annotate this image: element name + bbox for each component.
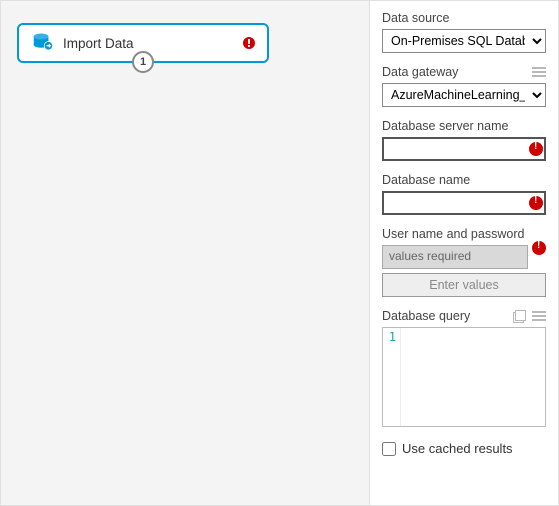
field-db-name: Database name — [382, 173, 546, 215]
module-title: Import Data — [63, 36, 243, 51]
cache-checkbox[interactable] — [382, 442, 396, 456]
cache-label: Use cached results — [402, 441, 513, 456]
import-data-module[interactable]: Import Data 1 — [17, 23, 269, 63]
data-source-select[interactable]: On-Premises SQL Database — [382, 29, 546, 53]
properties-panel: Data source On-Premises SQL Database Dat… — [370, 1, 558, 505]
query-label: Database query — [382, 309, 470, 323]
menu-icon[interactable] — [532, 311, 546, 321]
error-icon — [532, 241, 546, 255]
query-content[interactable] — [401, 328, 545, 426]
field-db-server: Database server name — [382, 119, 546, 161]
field-data-source: Data source On-Premises SQL Database — [382, 11, 546, 53]
db-server-label: Database server name — [382, 119, 546, 133]
error-icon — [243, 37, 255, 49]
popout-icon[interactable] — [513, 310, 526, 323]
field-query: Database query 1 — [382, 309, 546, 427]
menu-icon[interactable] — [532, 67, 546, 77]
db-name-input[interactable] — [382, 191, 546, 215]
field-credentials: User name and password values required E… — [382, 227, 546, 297]
line-number: 1 — [383, 328, 401, 426]
query-editor[interactable]: 1 — [382, 327, 546, 427]
experiment-canvas[interactable]: Import Data 1 — [1, 1, 370, 505]
db-name-label: Database name — [382, 173, 546, 187]
error-icon — [529, 196, 543, 210]
data-gateway-select[interactable]: AzureMachineLearning_On — [382, 83, 546, 107]
app-root: Import Data 1 Data source On-Premises SQ… — [0, 0, 559, 506]
credentials-label: User name and password — [382, 227, 546, 241]
db-server-input[interactable] — [382, 137, 546, 161]
credentials-status: values required — [382, 245, 528, 269]
output-port-1[interactable]: 1 — [132, 51, 154, 73]
field-cache: Use cached results — [382, 441, 546, 456]
data-source-label: Data source — [382, 11, 546, 25]
database-icon — [31, 32, 53, 54]
field-data-gateway: Data gateway AzureMachineLearning_On — [382, 65, 546, 107]
enter-values-button[interactable]: Enter values — [382, 273, 546, 297]
error-icon — [529, 142, 543, 156]
data-gateway-label: Data gateway — [382, 65, 458, 79]
